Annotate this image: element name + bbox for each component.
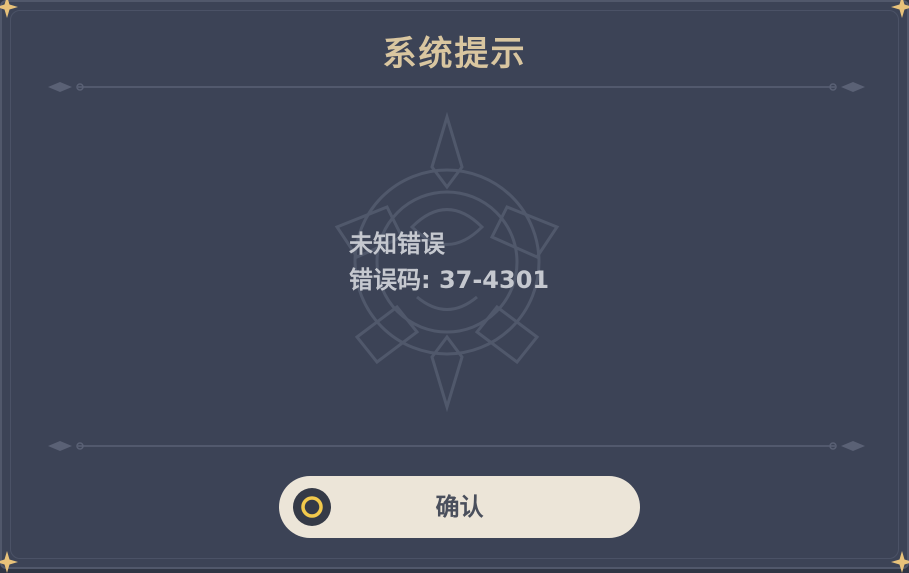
ornamental-divider [48, 82, 865, 92]
corner-star-icon [0, 551, 18, 573]
error-message: 未知错误 错误码: 37-4301 [349, 226, 549, 298]
error-code: 错误码: 37-4301 [349, 266, 550, 294]
corner-star-icon [891, 551, 909, 573]
corner-star-icon [891, 0, 909, 18]
corner-star-icon [0, 0, 18, 18]
confirm-button[interactable]: 确认 [279, 476, 640, 538]
dialog-title: 系统提示 [382, 34, 527, 74]
system-prompt-dialog: 系统提示 未知错误 错误码: 37-4301 确认 [0, 0, 909, 573]
error-title: 未知错误 [349, 230, 445, 258]
confirm-button-label: 确认 [435, 493, 484, 521]
ornamental-divider [48, 441, 865, 451]
